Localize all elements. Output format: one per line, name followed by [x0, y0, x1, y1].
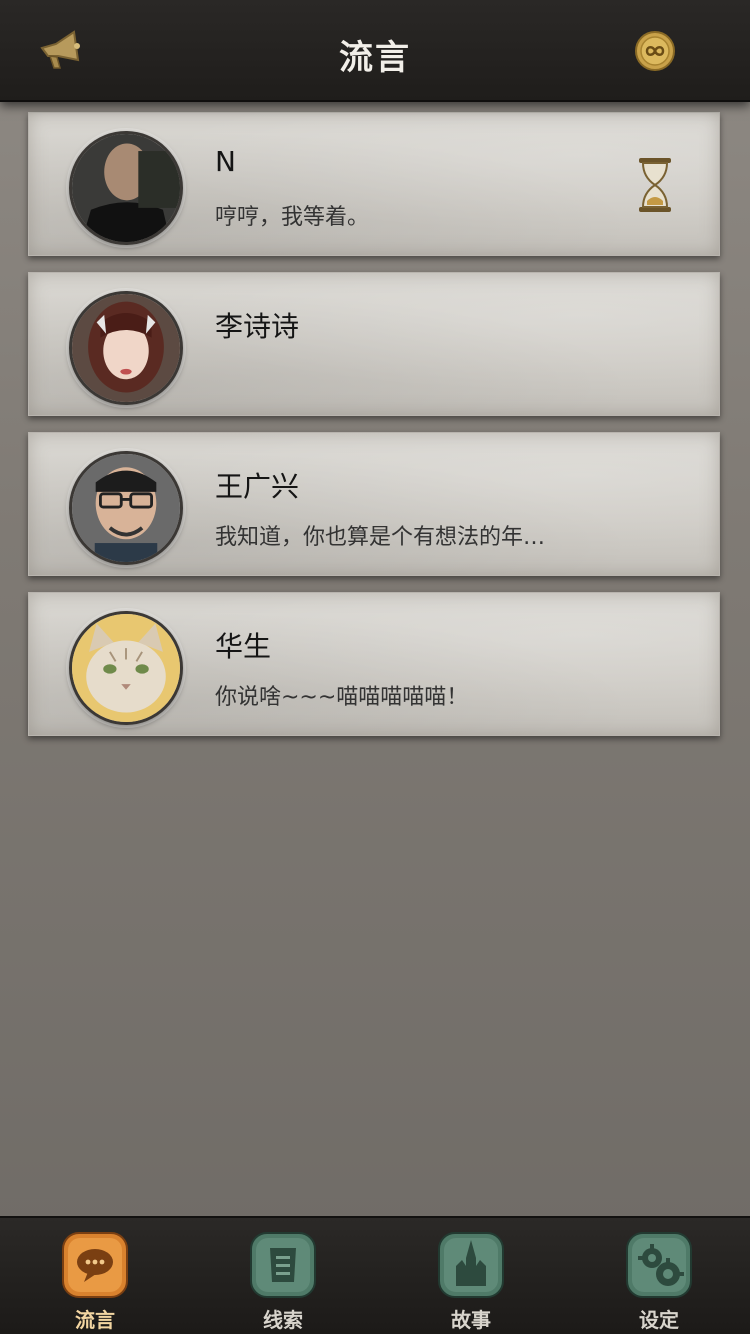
avatar: [69, 451, 183, 565]
contact-name: 王广兴: [215, 470, 300, 503]
avatar: [69, 291, 183, 405]
tab-label: 线索: [263, 1308, 303, 1332]
message-card-wang[interactable]: 王广兴 我知道，你也算是个有想法的年…: [28, 432, 720, 576]
tab-settings[interactable]: 设定: [604, 1232, 714, 1334]
chat-bubble-icon: [62, 1232, 128, 1298]
tab-story[interactable]: 故事: [416, 1232, 526, 1334]
tab-rumors[interactable]: 流言: [40, 1232, 150, 1334]
gears-icon: [626, 1232, 692, 1298]
contact-name: N: [215, 145, 236, 178]
bottom-tab-bar: 流言 线索 故事 设定: [0, 1216, 750, 1334]
message-preview: 我知道，你也算是个有想法的年…: [215, 525, 546, 550]
hourglass-icon: [637, 157, 673, 213]
infinity-coin-icon[interactable]: [634, 30, 676, 72]
avatar: [69, 611, 183, 725]
avatar: [69, 131, 183, 245]
message-card-huasheng[interactable]: 华生 你说啥~~~喵喵喵喵喵！: [28, 592, 720, 736]
top-bar: 流言: [0, 0, 750, 102]
message-preview: 你说啥~~~喵喵喵喵喵！: [215, 685, 469, 710]
tab-label: 流言: [75, 1308, 115, 1332]
message-preview: 哼哼，我等着。: [215, 205, 370, 230]
contact-name: 华生: [215, 630, 272, 663]
message-card-n[interactable]: N 哼哼，我等着。: [28, 112, 720, 256]
scroll-icon: [250, 1232, 316, 1298]
contact-name: 李诗诗: [215, 310, 300, 343]
cathedral-icon: [438, 1232, 504, 1298]
tab-label: 故事: [451, 1308, 491, 1332]
message-card-li[interactable]: 李诗诗: [28, 272, 720, 416]
tab-clues[interactable]: 线索: [228, 1232, 338, 1334]
tab-label: 设定: [639, 1308, 679, 1332]
